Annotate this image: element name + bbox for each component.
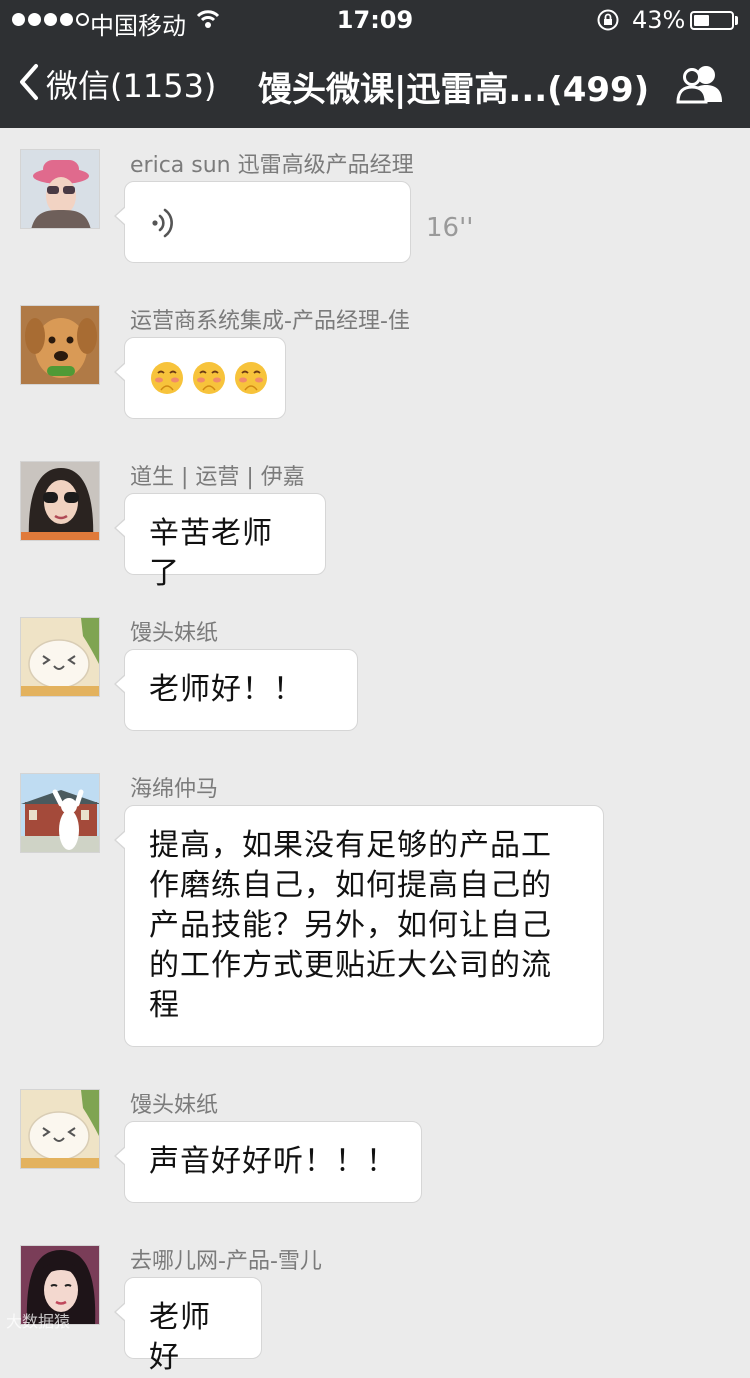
- watermark-text: 大数据猿: [6, 1312, 71, 1331]
- chevron-left-icon: [18, 63, 40, 105]
- avatar[interactable]: [20, 773, 100, 853]
- message-bubble[interactable]: 老师好！！: [114, 649, 358, 731]
- group-members-icon: [676, 66, 724, 108]
- sender-name: 馒头妹纸: [130, 621, 219, 646]
- back-label: 微信(1153): [46, 67, 217, 105]
- avatar[interactable]: [20, 149, 100, 229]
- message-bubble[interactable]: 老师好: [114, 1277, 262, 1375]
- top-bar: 中国移动 17:09 43% 微信(1153) 馒头微课|迅雷高...(499): [0, 0, 750, 128]
- avatar[interactable]: [20, 305, 100, 385]
- avatar[interactable]: [20, 617, 100, 697]
- sender-name: 去哪儿网-产品-雪儿: [130, 1249, 322, 1274]
- battery-fill: [694, 15, 709, 26]
- emoji-message-bubble[interactable]: [114, 337, 286, 419]
- battery-percent: 43%: [632, 6, 686, 34]
- message-text: 提高，如果没有足够的产品工 作磨练自己，如何提高自己的 产品技能？另外，如何让自…: [149, 828, 552, 1023]
- emoji-row: [149, 360, 269, 396]
- message-text: 老师好: [149, 1300, 211, 1375]
- chat-title: 馒头微课|迅雷高...(499): [258, 70, 650, 110]
- avatar[interactable]: [20, 1089, 100, 1169]
- battery-icon: [690, 11, 734, 30]
- shy-emoji-icon: [151, 362, 183, 394]
- message-bubble[interactable]: 提高，如果没有足够的产品工 作磨练自己，如何提高自己的 产品技能？另外，如何让自…: [114, 805, 604, 1047]
- sender-name: 运营商系统集成-产品经理-佳: [130, 309, 410, 334]
- sender-name: erica sun 迅雷高级产品经理: [130, 153, 414, 178]
- rotation-lock-icon: [596, 8, 620, 38]
- shy-emoji-icon: [235, 362, 267, 394]
- message-bubble[interactable]: 声音好好听！！！: [114, 1121, 422, 1203]
- shy-emoji-icon: [193, 362, 225, 394]
- voice-duration: 16'': [426, 213, 474, 243]
- sender-name: 海绵仲马: [130, 777, 219, 802]
- sender-name: 馒头妹纸: [130, 1093, 219, 1118]
- voice-wave-icon: [149, 204, 179, 253]
- back-button[interactable]: 微信(1153): [18, 60, 216, 108]
- voice-message-bubble[interactable]: [114, 181, 411, 263]
- group-members-button[interactable]: [676, 64, 724, 108]
- message-text: 辛苦老师了: [149, 516, 273, 591]
- message-text: 声音好好听！！！: [149, 1144, 397, 1179]
- battery-tip: [735, 16, 738, 25]
- message-text: 老师好！！: [149, 672, 304, 707]
- message-bubble[interactable]: 辛苦老师了: [114, 493, 326, 591]
- avatar[interactable]: [20, 461, 100, 541]
- status-bar: 中国移动 17:09 43%: [0, 0, 750, 40]
- sender-name: 道生 | 运营 | 伊嘉: [130, 465, 305, 490]
